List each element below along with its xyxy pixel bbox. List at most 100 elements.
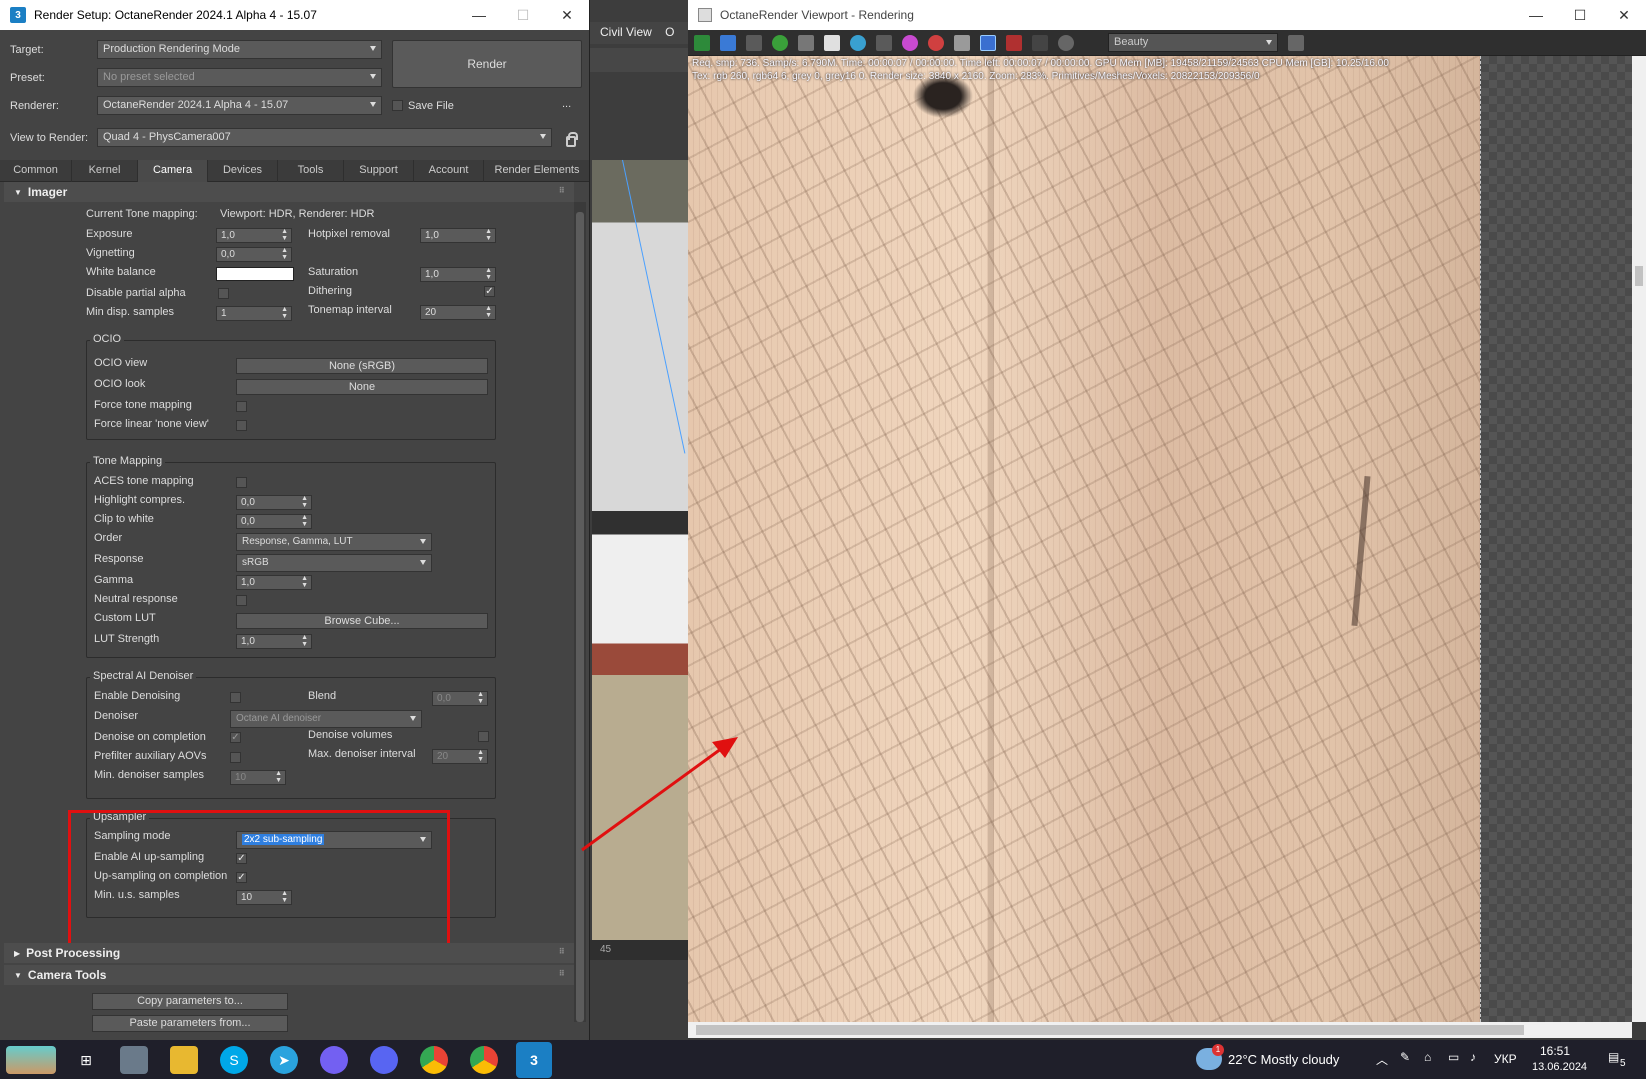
telegram-icon[interactable]: ➤ [270, 1046, 298, 1074]
paste-parameters-button[interactable]: Paste parameters from... [92, 1015, 288, 1032]
maximize-icon[interactable]: ☐ [501, 0, 545, 30]
close-icon[interactable]: ✕ [1602, 0, 1646, 30]
clip-to-white-spinner[interactable]: 0,0 ▲ ▼ [236, 514, 312, 529]
tab-devices[interactable]: Devices [208, 160, 278, 182]
render-button[interactable]: Render [392, 40, 582, 88]
pen-icon[interactable]: ✎ [1400, 1050, 1410, 1064]
spinner-arrows-icon[interactable]: ▲ ▼ [281, 228, 288, 242]
imager-rollout-header[interactable]: ▼ Imager ⠿ [4, 182, 574, 202]
refresh-icon[interactable] [850, 35, 866, 51]
spinner-arrows-icon[interactable]: ▲ ▼ [301, 575, 308, 589]
monitor-icon[interactable] [954, 35, 970, 51]
timeline-ruler[interactable]: 45 [590, 940, 690, 960]
network-icon[interactable]: ⌂ [1424, 1050, 1431, 1064]
force-tone-mapping-checkbox[interactable] [236, 401, 247, 412]
notifications-icon[interactable]: ▤ [1608, 1050, 1619, 1064]
disable-partial-alpha-checkbox[interactable] [218, 288, 229, 299]
lock-icon[interactable] [798, 35, 814, 51]
white-balance-swatch[interactable] [216, 267, 294, 281]
clock-date[interactable]: 13.06.2024 [1532, 1061, 1587, 1073]
denoise-icon[interactable] [1032, 35, 1048, 51]
tab-account[interactable]: Account [414, 160, 484, 182]
spinner-arrows-icon[interactable]: ▲ ▼ [477, 691, 484, 705]
menu-o[interactable]: O [665, 25, 674, 39]
hotpixel-removal-spinner[interactable]: 1,0 ▲ ▼ [420, 228, 496, 243]
spinner-arrows-icon[interactable]: ▲ ▼ [301, 634, 308, 648]
denoiser-dropdown[interactable]: Octane AI denoiser [230, 710, 422, 728]
enable-denoising-checkbox[interactable] [230, 692, 241, 703]
spinner-arrows-icon[interactable]: ▲ ▼ [477, 749, 484, 763]
scrollbar-thumb[interactable] [696, 1025, 1524, 1035]
film-region-icon[interactable] [980, 35, 996, 51]
tab-support[interactable]: Support [344, 160, 414, 182]
tab-tools[interactable]: Tools [278, 160, 344, 182]
render-setup-scrollbar[interactable] [574, 202, 586, 1022]
browse-cube-button[interactable]: Browse Cube... [236, 613, 488, 629]
ocio-look-button[interactable]: None [236, 379, 488, 395]
close-passes-icon[interactable] [1288, 35, 1304, 51]
view-to-render-dropdown[interactable]: Quad 4 - PhysCamera007 [97, 128, 552, 147]
preset-dropdown[interactable]: No preset selected [97, 68, 382, 87]
denoise-volumes-checkbox[interactable] [478, 731, 489, 742]
minimize-icon[interactable]: — [457, 0, 501, 30]
order-dropdown[interactable]: Response, Gamma, LUT [236, 533, 432, 551]
denoise-on-completion-checkbox[interactable] [230, 732, 241, 743]
save-file-checkbox[interactable] [392, 100, 403, 111]
prefilter-aovs-checkbox[interactable] [230, 752, 241, 763]
clock-time[interactable]: 16:51 [1540, 1044, 1570, 1058]
skype-icon[interactable]: S [220, 1046, 248, 1074]
vignetting-spinner[interactable]: 0,0 ▲ ▼ [216, 247, 292, 262]
spinner-arrows-icon[interactable]: ▲ ▼ [275, 770, 282, 784]
spinner-arrows-icon[interactable]: ▲ ▼ [301, 514, 308, 528]
tab-render-elements[interactable]: Render Elements [484, 160, 589, 182]
min-denoiser-samples-spinner[interactable]: 10 ▲ ▼ [230, 770, 286, 785]
ocio-view-button[interactable]: None (sRGB) [236, 358, 488, 374]
color-picker-icon[interactable] [902, 35, 918, 51]
response-dropdown[interactable]: sRGB [236, 554, 432, 572]
saturation-spinner[interactable]: 1,0 ▲ ▼ [420, 267, 496, 282]
clipboard-icon[interactable] [720, 35, 736, 51]
region-render-icon[interactable] [928, 35, 944, 51]
spinner-arrows-icon[interactable]: ▲ ▼ [301, 495, 308, 509]
tonemap-interval-spinner[interactable]: 20 ▲ ▼ [420, 305, 496, 320]
post-processing-rollout-header[interactable]: ▶ Post Processing ⠿ [4, 943, 574, 963]
tab-common[interactable]: Common [0, 160, 72, 182]
spinner-arrows-icon[interactable]: ▲ ▼ [485, 305, 492, 319]
min-disp-samples-spinner[interactable]: 1 ▲ ▼ [216, 306, 292, 321]
target-dropdown[interactable]: Production Rendering Mode [97, 40, 382, 59]
save-image-icon[interactable] [1006, 35, 1022, 51]
close-icon[interactable]: ✕ [545, 0, 589, 30]
af-focus-icon[interactable] [876, 35, 892, 51]
aces-tone-mapping-checkbox[interactable] [236, 477, 247, 488]
spinner-arrows-icon[interactable]: ▲ ▼ [485, 267, 492, 281]
3ds-max-icon[interactable]: 3 [516, 1042, 552, 1078]
max-denoiser-interval-spinner[interactable]: 20 ▲ ▼ [432, 749, 488, 764]
start-wallpaper-icon[interactable] [6, 1046, 56, 1074]
highlight-compress-spinner[interactable]: 0,0 ▲ ▼ [236, 495, 312, 510]
render-passes-dropdown[interactable]: Beauty [1108, 33, 1278, 52]
render-image[interactable] [688, 56, 1480, 1022]
exposure-spinner[interactable]: 1,0 ▲ ▼ [216, 228, 292, 243]
civil-view-menu[interactable]: Civil View [600, 25, 652, 39]
dithering-checkbox[interactable] [484, 286, 495, 297]
more-button[interactable]: ... [562, 98, 571, 110]
spinner-arrows-icon[interactable]: ▲ ▼ [485, 228, 492, 242]
tray-expand-icon[interactable]: ︿ [1376, 1051, 1388, 1068]
weather-text[interactable]: 22°C Mostly cloudy [1228, 1052, 1339, 1067]
lock-icon[interactable] [566, 132, 578, 147]
force-linear-checkbox[interactable] [236, 420, 247, 431]
viewport-horizontal-scrollbar[interactable] [688, 1022, 1632, 1038]
viewport-vertical-scrollbar[interactable] [1632, 56, 1646, 1022]
language-indicator[interactable]: УКР [1494, 1052, 1517, 1066]
file-explorer-icon[interactable] [170, 1046, 198, 1074]
gamma-spinner[interactable]: 1,0 ▲ ▼ [236, 575, 312, 590]
maximize-icon[interactable]: ☐ [1558, 0, 1602, 30]
display-icon[interactable]: ▭ [1448, 1050, 1459, 1064]
settings-icon[interactable] [1058, 35, 1074, 51]
viber-icon[interactable] [320, 1046, 348, 1074]
camera-tools-rollout-header[interactable]: ▼ Camera Tools ⠿ [4, 965, 574, 985]
scrollbar-thumb[interactable] [576, 212, 584, 1022]
pause-icon[interactable] [824, 35, 840, 51]
neutral-response-checkbox[interactable] [236, 595, 247, 606]
system-app-icon[interactable] [120, 1046, 148, 1074]
